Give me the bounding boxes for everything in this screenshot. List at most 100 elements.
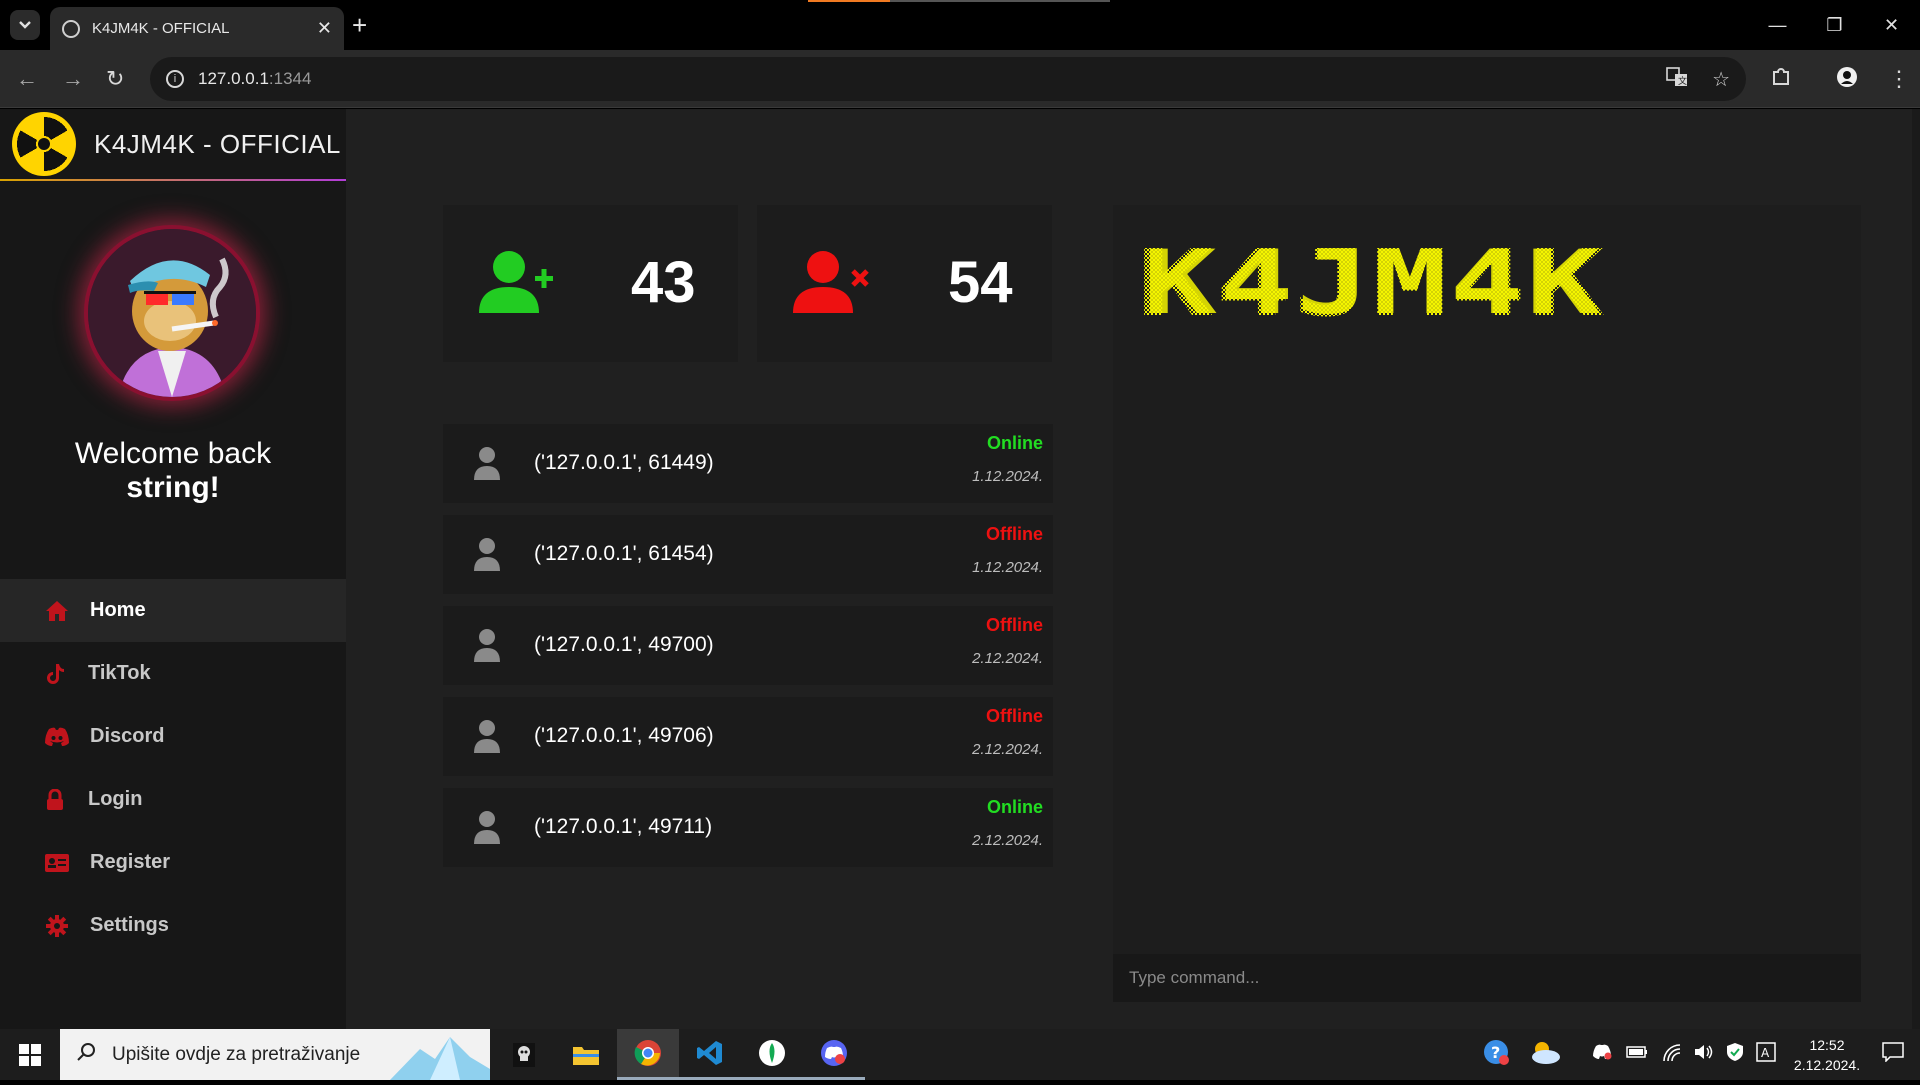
id-card-icon [44,852,70,874]
clock-date: 2.12.2024. [1793,1056,1861,1073]
help-notification-icon[interactable]: ? [1482,1038,1510,1071]
skull-icon [513,1042,535,1067]
battery-icon[interactable] [1626,1045,1648,1064]
welcome-line: Welcome back [74,437,272,470]
user-icon [473,719,501,758]
client-address: ('127.0.0.1', 49711) [534,815,713,838]
list-item[interactable]: ('127.0.0.1', 49711) Online 2.12.2024. [443,788,1053,867]
online-count: 43 [631,250,696,315]
folder-icon [573,1046,599,1065]
status-badge: Online [986,433,1043,453]
browser-menu-icon[interactable]: ⋮ [1888,66,1910,92]
vscode-icon [697,1041,722,1065]
minimize-button[interactable]: — [1749,0,1806,50]
sidebar-item-home[interactable]: Home [0,579,346,642]
reload-icon[interactable]: ↻ [106,66,124,92]
browser-toolbar: ← → ↻ i 127.0.0.1:1344 文 ☆ ⋮ [0,50,1920,108]
new-tab-button[interactable]: + [352,12,367,38]
page: K4JM4K - OFFICIAL Welcome back string! H… [0,109,1920,1029]
welcome-suffix: ! [209,471,220,504]
taskbar-app-discord[interactable] [803,1029,865,1080]
clock-time: 12:52 [1809,1036,1845,1053]
taskbar-search-placeholder: Upišite ovdje za pretraživanje [112,1043,361,1065]
user-plus-icon [475,249,555,320]
svg-text:A: A [1761,1046,1770,1060]
sidebar-item-discord[interactable]: Discord [0,705,346,768]
back-arrow-icon[interactable]: ← [16,66,38,92]
user-icon [473,628,501,667]
language-icon[interactable]: A [1756,1042,1776,1067]
window-controls: — ❐ ✕ [1749,0,1920,50]
tray-discord-icon[interactable] [1592,1044,1612,1065]
list-item[interactable]: ('127.0.0.1', 49700) Offline 2.12.2024. [443,606,1053,685]
svg-text:?: ? [1491,1043,1500,1062]
browser-tab[interactable]: K4JM4K - OFFICIAL ✕ [50,7,344,50]
sidebar-item-settings[interactable]: Settings [0,894,346,957]
page-scrollbar[interactable] [1912,109,1920,1029]
taskbar-app-vscode[interactable] [679,1029,741,1080]
status-badge: Online [986,797,1043,817]
gear-icon [44,914,70,937]
home-icon [44,600,70,622]
sidebar-item-login[interactable]: Login [0,768,346,831]
username: string [126,471,210,504]
svg-text:K4JM4K: K4JM4K [1143,243,1603,323]
list-item[interactable]: ('127.0.0.1', 61449) Online 1.12.2024. [443,424,1053,503]
restore-button[interactable]: ❐ [1806,0,1863,50]
client-address: ('127.0.0.1', 61449) [534,451,714,474]
windows-logo-icon [19,1043,41,1066]
clock[interactable]: 12:52 2.12.2024. [1782,1035,1872,1075]
address-bar[interactable]: i 127.0.0.1:1344 文 ☆ [150,57,1746,101]
brand-title: K4JM4K - OFFICIAL [94,128,341,159]
taskbar-app-skull[interactable] [493,1029,555,1080]
client-date: 1.12.2024. [972,468,1043,485]
ape-avatar-image [88,229,256,397]
translate-icon[interactable]: 文 [1666,67,1688,93]
url-port: :1344 [268,69,312,88]
wifi-icon[interactable] [1662,1043,1682,1066]
client-address: ('127.0.0.1', 49700) [534,633,714,656]
user-icon [473,810,501,849]
start-button[interactable] [0,1029,60,1080]
weather-icon[interactable] [1528,1039,1562,1070]
volume-icon[interactable] [1694,1043,1714,1066]
search-icon [76,1042,96,1067]
taskbar-app-mongodb[interactable] [741,1029,803,1080]
status-badge: Offline [986,615,1043,635]
tab-close-icon[interactable]: ✕ [317,18,332,39]
bookmark-star-icon[interactable]: ☆ [1712,67,1730,93]
chevron-down-icon [19,21,31,29]
taskbar-app-file-explorer[interactable] [555,1029,617,1080]
site-info-icon[interactable]: i [166,70,184,88]
list-item[interactable]: ('127.0.0.1', 49706) Offline 2.12.2024. [443,697,1053,776]
sidebar-item-label: Settings [90,914,169,936]
taskbar-search[interactable]: Upišite ovdje za pretraživanje [60,1029,490,1080]
client-list: ('127.0.0.1', 61449) Online 1.12.2024. (… [443,424,1053,879]
tab-search-button[interactable] [10,10,40,40]
user-icon [473,537,501,576]
client-date: 2.12.2024. [972,650,1043,667]
brand-header[interactable]: K4JM4K - OFFICIAL [0,109,346,181]
tab-title: K4JM4K - OFFICIAL [92,20,230,37]
tiktok-icon [42,663,68,685]
chrome-icon [634,1040,661,1066]
sidebar-item-register[interactable]: Register [0,831,346,894]
sidebar-item-label: TikTok [88,662,151,684]
extensions-puzzle-icon[interactable] [1770,66,1792,94]
globe-icon [62,19,80,38]
browser-tab-bar: K4JM4K - OFFICIAL ✕ + — ❐ ✕ [0,0,1920,50]
command-input[interactable] [1113,954,1861,1002]
forward-arrow-icon[interactable]: → [62,66,84,92]
security-shield-icon[interactable] [1726,1042,1744,1067]
sidebar-item-tiktok[interactable]: TikTok [0,642,346,705]
close-window-button[interactable]: ✕ [1863,0,1920,50]
profile-avatar-icon[interactable] [1836,66,1858,94]
radiation-logo-icon [12,112,76,176]
taskbar-app-chrome[interactable] [617,1029,679,1080]
client-address: ('127.0.0.1', 49706) [534,724,714,747]
status-badge: Offline [986,706,1043,726]
sidebar-item-label: Home [90,599,146,621]
notification-center-icon[interactable] [1882,1042,1904,1067]
client-date: 1.12.2024. [972,559,1043,576]
list-item[interactable]: ('127.0.0.1', 61454) Offline 1.12.2024. [443,515,1053,594]
